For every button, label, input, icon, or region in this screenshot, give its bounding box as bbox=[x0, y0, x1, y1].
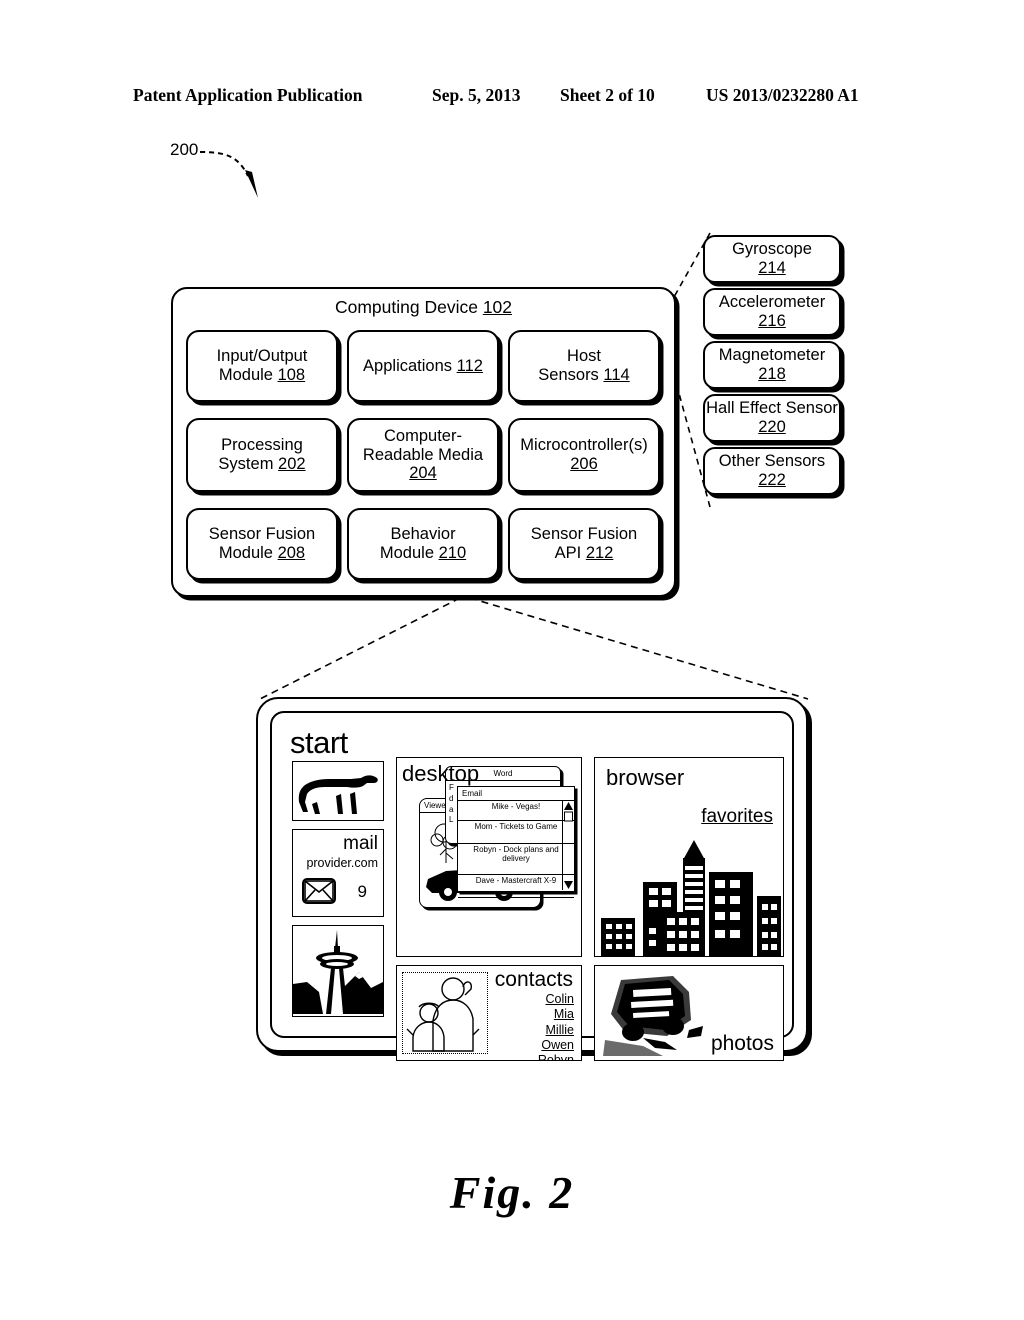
photos-label: photos bbox=[710, 1032, 774, 1055]
offroad-vehicle-photo bbox=[603, 976, 703, 1056]
module-computer-readable-media[interactable]: Computer- Readable Media 204 bbox=[347, 418, 499, 492]
contact-item[interactable]: Owen bbox=[538, 1038, 574, 1053]
contact-item[interactable]: Mia bbox=[538, 1007, 574, 1022]
module-microcontrollers[interactable]: Microcontroller(s) 206 bbox=[508, 418, 660, 492]
envelope-icon bbox=[302, 878, 336, 904]
tile-contacts[interactable]: contacts Colin Mia Millie Owen Robyn bbox=[396, 965, 582, 1061]
module-behavior[interactable]: Behavior Module 210 bbox=[347, 508, 499, 580]
figure-reference-numeral: 200 bbox=[170, 140, 199, 159]
window-email-title: Email bbox=[458, 787, 574, 801]
tablet-connector-lines bbox=[259, 597, 809, 700]
sensor-hall-effect[interactable]: Hall Effect Sensor 220 bbox=[703, 394, 841, 442]
module-sensor-fusion-api[interactable]: Sensor Fusion API 212 bbox=[508, 508, 660, 580]
sensor-magnetometer[interactable]: Magnetometer 218 bbox=[703, 341, 841, 389]
header-patent-number: US 2013/0232280 A1 bbox=[706, 85, 859, 105]
module-host-sensors[interactable]: Host Sensors 114 bbox=[508, 330, 660, 402]
tablet-bezel: start mail provider.com 9 Viewer Word F … bbox=[270, 711, 794, 1061]
mail-title: mail bbox=[343, 833, 378, 854]
contacts-label: contacts bbox=[494, 968, 573, 991]
reference-leader-arrow bbox=[199, 151, 258, 198]
email-list-item[interactable]: Dave - Mastercraft X-9 bbox=[458, 875, 574, 898]
email-scrollbar[interactable] bbox=[562, 801, 574, 890]
space-needle-icon bbox=[293, 930, 383, 1014]
city-skyline-illustration bbox=[601, 840, 781, 956]
sensor-other[interactable]: Other Sensors 222 bbox=[703, 447, 841, 495]
email-list-item[interactable]: Mom - Tickets to Game bbox=[458, 821, 574, 844]
favorites-link[interactable]: favorites bbox=[701, 806, 773, 828]
module-sensor-fusion[interactable]: Sensor Fusion Module 208 bbox=[186, 508, 338, 580]
email-list-item[interactable]: Mike - Vegas! bbox=[458, 801, 574, 821]
module-processing-system[interactable]: Processing System 202 bbox=[186, 418, 338, 492]
contacts-photo bbox=[402, 972, 488, 1054]
module-input-output[interactable]: Input/Output Module 108 bbox=[186, 330, 338, 402]
contact-item[interactable]: Robyn bbox=[538, 1053, 574, 1060]
tile-space-needle-photo[interactable] bbox=[292, 925, 384, 1017]
header-publication: Patent Application Publication bbox=[133, 85, 363, 105]
window-email[interactable]: Email Mike - Vegas! Mom - Tickets to Gam… bbox=[457, 786, 575, 898]
computing-device-title: Computing Device 102 bbox=[334, 297, 513, 317]
tile-desktop[interactable]: Viewer Word FdaL Email Mike - Vegas! Mom… bbox=[396, 757, 582, 957]
mail-unread-count: 9 bbox=[357, 882, 367, 901]
email-list-item[interactable]: Robyn - Dock plans and delivery bbox=[458, 844, 574, 875]
sensor-gyroscope[interactable]: Gyroscope 214 bbox=[703, 235, 841, 283]
contact-item[interactable]: Millie bbox=[538, 1023, 574, 1038]
email-message-list[interactable]: Mike - Vegas! Mom - Tickets to Game Roby… bbox=[458, 801, 574, 898]
browser-label: browser bbox=[606, 765, 685, 790]
dog-icon bbox=[298, 775, 378, 814]
tablet-device: start mail provider.com 9 Viewer Word F … bbox=[256, 697, 808, 1061]
tile-photos[interactable]: photos bbox=[594, 965, 784, 1061]
start-label: start bbox=[290, 725, 348, 760]
desktop-label: desktop bbox=[402, 761, 480, 786]
page-header: Patent Application Publication Sep. 5, 2… bbox=[0, 85, 1024, 109]
mail-provider: provider.com bbox=[306, 856, 378, 870]
tablet-screen: start mail provider.com 9 Viewer Word F … bbox=[280, 721, 784, 1061]
contacts-list[interactable]: Colin Mia Millie Owen Robyn bbox=[538, 992, 575, 1060]
header-date: Sep. 5, 2013 bbox=[432, 85, 521, 105]
contact-item[interactable]: Colin bbox=[538, 992, 575, 1007]
figure-caption: Fig. 2 bbox=[449, 1167, 575, 1218]
sensor-accelerometer[interactable]: Accelerometer 216 bbox=[703, 288, 841, 336]
header-sheet: Sheet 2 of 10 bbox=[560, 85, 655, 105]
tile-mail[interactable]: mail provider.com 9 bbox=[292, 829, 384, 917]
module-applications[interactable]: Applications 112 bbox=[347, 330, 499, 402]
tile-dog-photo[interactable] bbox=[292, 761, 384, 821]
